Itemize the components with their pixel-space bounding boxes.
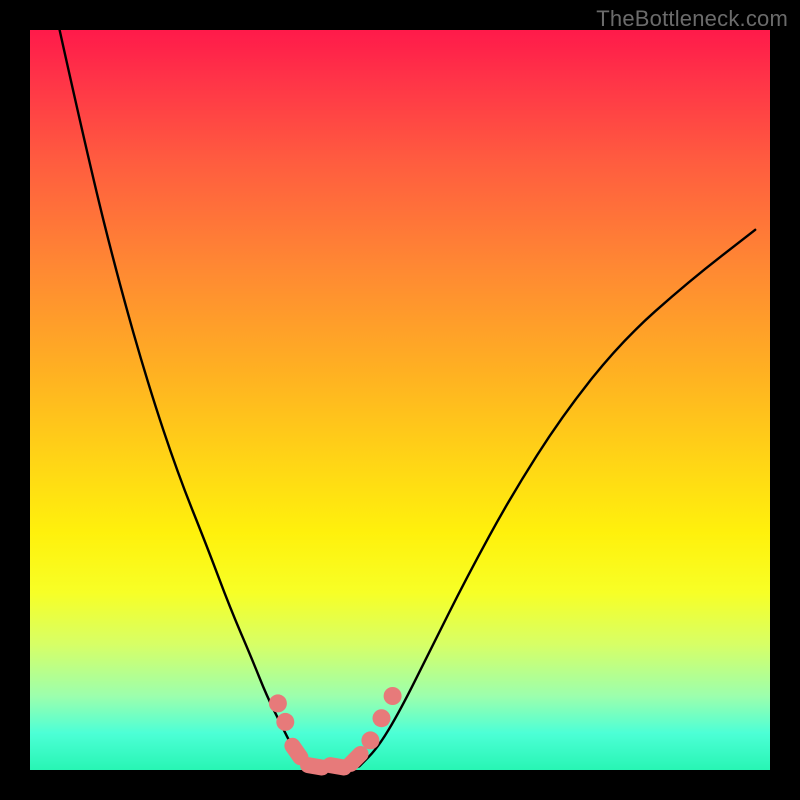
bead-marker: [269, 694, 287, 712]
bead-marker: [361, 731, 379, 749]
bead-marker: [384, 687, 402, 705]
chart-frame: TheBottleneck.com: [0, 0, 800, 800]
plot-area: [30, 30, 770, 770]
curve-path: [60, 30, 756, 770]
bottleneck-curve: [30, 30, 770, 770]
watermark-text: TheBottleneck.com: [596, 6, 788, 32]
bead-marker: [373, 709, 391, 727]
bead-marker: [276, 713, 294, 731]
